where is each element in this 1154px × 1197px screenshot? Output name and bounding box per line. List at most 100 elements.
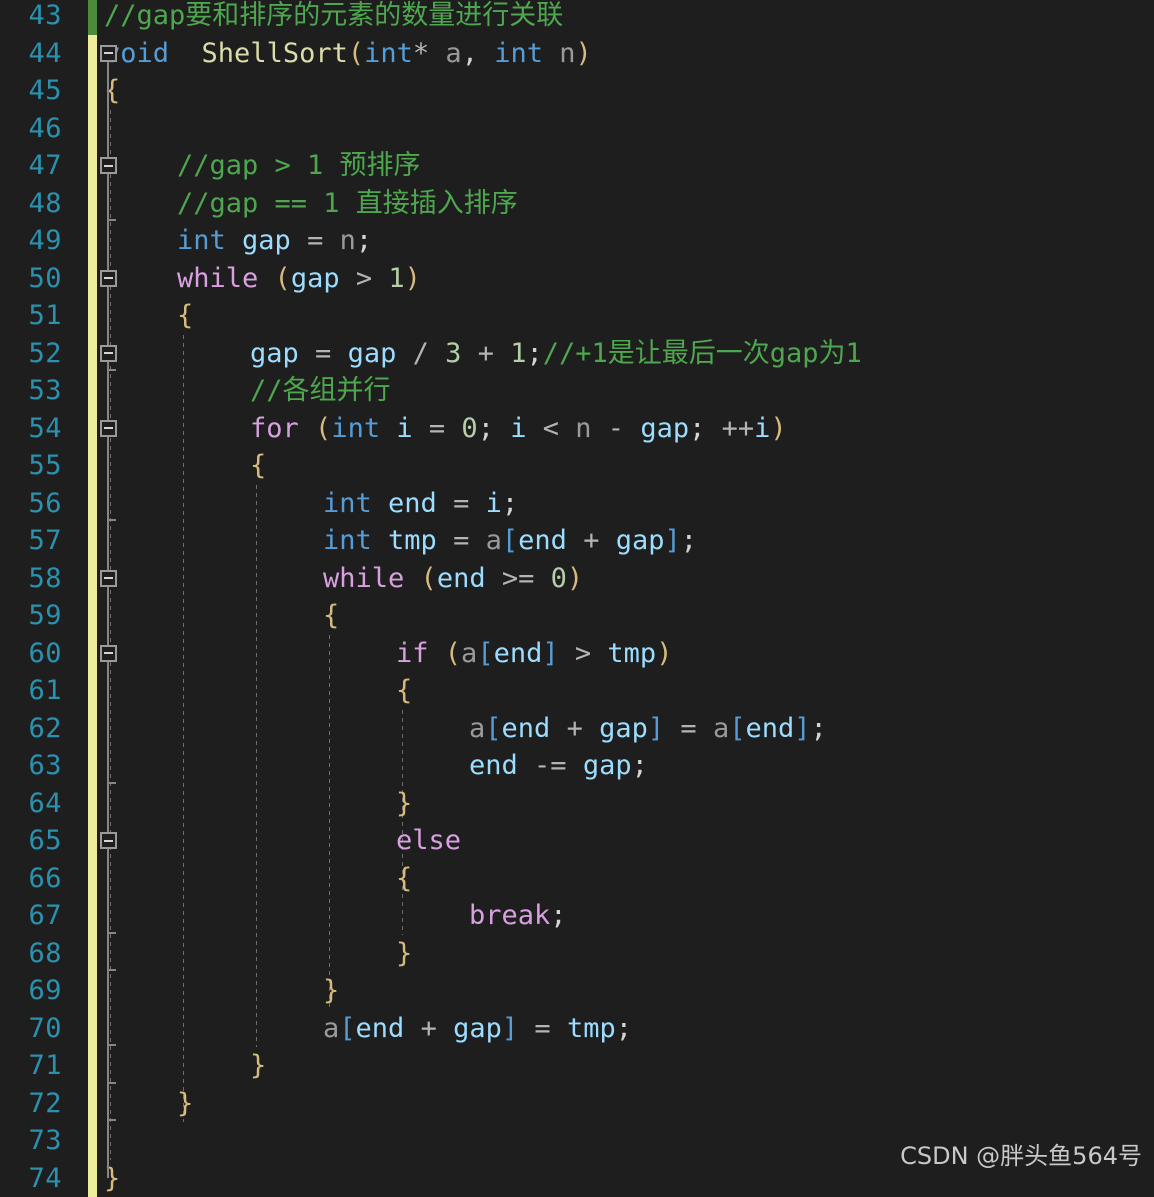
code-token-punct (469, 488, 485, 519)
code-line[interactable]: else (396, 822, 461, 860)
code-token-punct (534, 563, 550, 594)
code-token-op: < (543, 413, 559, 444)
code-line[interactable]: void ShellSort(int* a, int n) (104, 35, 592, 73)
code-token-ctrl: while (323, 563, 404, 594)
line-number: 66 (0, 860, 62, 898)
code-line[interactable]: if (a[end] > tmp) (396, 635, 672, 673)
code-token-punct (518, 750, 534, 781)
code-line[interactable]: //各组并行 (250, 372, 391, 410)
change-bar-segment (88, 785, 97, 823)
code-line[interactable]: a[end + gap] = a[end]; (469, 710, 827, 748)
code-token-paren: ( (275, 263, 291, 294)
code-token-var: end (356, 1013, 405, 1044)
line-number: 73 (0, 1122, 62, 1160)
fold-toggle-minus-icon[interactable] (100, 345, 117, 362)
change-bar-segment (88, 1085, 97, 1123)
code-token-brace: } (396, 938, 412, 969)
code-token-punct (258, 263, 274, 294)
code-token-brack: ] (648, 713, 664, 744)
code-token-op: + (478, 338, 494, 369)
line-number: 65 (0, 822, 62, 860)
code-editor[interactable]: 4344454647484950515253545556575859606162… (0, 0, 1154, 1187)
fold-column[interactable] (97, 0, 119, 1187)
line-number: 67 (0, 897, 62, 935)
line-number: 52 (0, 335, 62, 373)
fold-toggle-minus-icon[interactable] (100, 270, 117, 287)
fold-toggle-minus-icon[interactable] (100, 570, 117, 587)
change-bar-segment (88, 1047, 97, 1085)
code-line[interactable]: //gap要和排序的元素的数量进行关联 (104, 0, 563, 35)
code-line[interactable]: } (177, 1085, 193, 1123)
code-surface[interactable]: //gap要和排序的元素的数量进行关联 void ShellSort(int* a… (104, 0, 1154, 1187)
code-token-num: 0 (461, 413, 477, 444)
code-token-kw: int (177, 225, 226, 256)
code-line[interactable]: { (323, 597, 339, 635)
code-line[interactable]: { (177, 297, 193, 335)
code-token-var: gap (453, 1013, 502, 1044)
code-token-var: tmp (607, 638, 656, 669)
code-line[interactable]: { (396, 672, 412, 710)
line-number: 56 (0, 485, 62, 523)
code-line[interactable]: while (gap > 1) (177, 260, 421, 298)
code-line[interactable]: } (396, 935, 412, 973)
change-bar-segment (88, 522, 97, 560)
fold-toggle-minus-icon[interactable] (100, 420, 117, 437)
code-token-brack: ] (502, 1013, 518, 1044)
code-token-var: gap (242, 225, 291, 256)
code-token-op: > (356, 263, 372, 294)
code-token-brace: { (396, 675, 412, 706)
code-token-cmt: //gap要和排序的元素的数量进行关联 (104, 0, 563, 31)
change-bar-segment (88, 0, 97, 35)
code-token-num: 3 (445, 338, 461, 369)
code-token-punct (372, 488, 388, 519)
code-token-var: tmp (567, 1013, 616, 1044)
code-token-punct (396, 338, 412, 369)
change-bar (88, 0, 97, 1187)
code-line[interactable]: { (250, 447, 266, 485)
code-token-brack: [ (339, 1013, 355, 1044)
code-token-punct (340, 263, 356, 294)
code-token-punct (437, 488, 453, 519)
line-number: 72 (0, 1085, 62, 1123)
fold-toggle-minus-icon[interactable] (100, 832, 117, 849)
code-token-punct: ; (616, 1013, 632, 1044)
code-line[interactable]: end -= gap; (469, 747, 648, 785)
code-token-punct: ; (681, 525, 697, 556)
code-line[interactable]: break; (469, 897, 567, 935)
line-number: 51 (0, 297, 62, 335)
code-token-punct (551, 1013, 567, 1044)
code-line[interactable]: } (250, 1047, 266, 1085)
code-token-paren: ) (656, 638, 672, 669)
code-token-ctrl: for (250, 413, 299, 444)
code-line[interactable]: //gap > 1 预排序 (177, 147, 421, 185)
code-token-punct (429, 338, 445, 369)
code-token-punct (437, 1013, 453, 1044)
code-token-punct (592, 413, 608, 444)
code-line[interactable]: } (323, 972, 339, 1010)
code-line[interactable]: a[end + gap] = tmp; (323, 1010, 632, 1048)
code-token-op: = (307, 225, 323, 256)
code-token-op: = (534, 1013, 550, 1044)
code-token-punct (697, 713, 713, 744)
fold-region-end-tick (107, 219, 116, 221)
code-line[interactable]: //gap == 1 直接插入排序 (177, 185, 518, 223)
code-token-kw: int (364, 38, 413, 69)
code-token-brack: [ (485, 713, 501, 744)
code-line[interactable]: int tmp = a[end + gap]; (323, 522, 697, 560)
code-line[interactable]: while (end >= 0) (323, 560, 583, 598)
code-line[interactable]: for (int i = 0; i < n - gap; ++i) (250, 410, 787, 448)
line-number: 60 (0, 635, 62, 673)
code-token-var: gap (616, 525, 665, 556)
code-line[interactable]: } (396, 785, 412, 823)
change-bar-segment (88, 222, 97, 260)
fold-toggle-minus-icon[interactable] (100, 157, 117, 174)
code-line[interactable]: { (396, 860, 412, 898)
fold-toggle-minus-icon[interactable] (100, 645, 117, 662)
code-line[interactable]: int gap = n; (177, 222, 372, 260)
line-number: 70 (0, 1010, 62, 1048)
code-token-param: a (486, 525, 502, 556)
code-line[interactable]: gap = gap / 3 + 1;//+1是让最后一次gap为1 (250, 335, 862, 373)
code-line[interactable]: int end = i; (323, 485, 518, 523)
line-number: 58 (0, 560, 62, 598)
fold-toggle-minus-icon[interactable] (100, 45, 117, 62)
